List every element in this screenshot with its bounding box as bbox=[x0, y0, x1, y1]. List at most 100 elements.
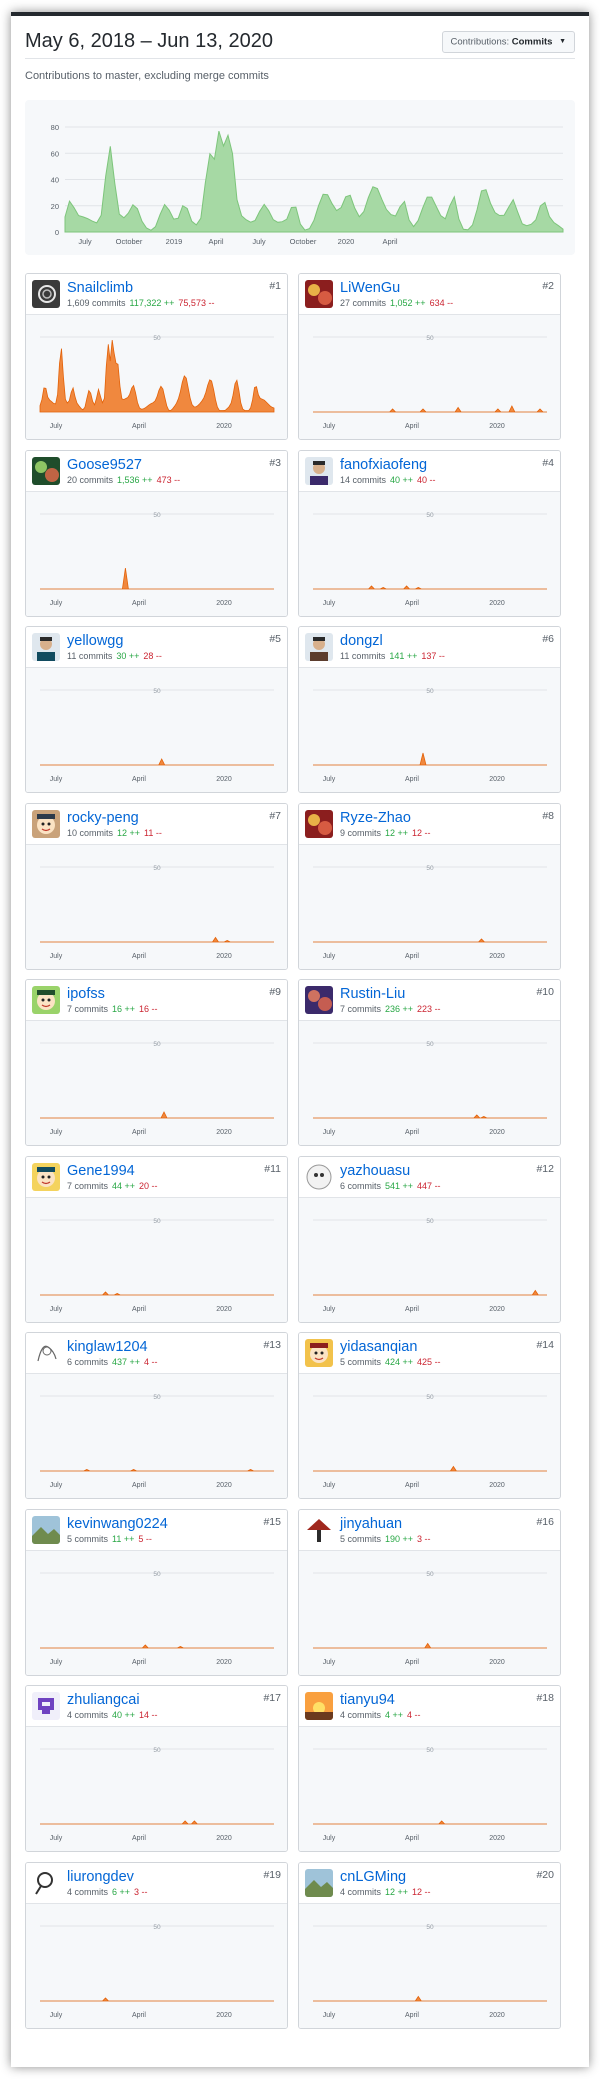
contributor-name-link[interactable]: tianyu94 bbox=[340, 1692, 395, 1708]
chart-x-tick: July bbox=[323, 1306, 336, 1313]
contributor-card: yellowgg 11 commits 30 ++ 28 -- #5 50 July Apri… bbox=[25, 626, 288, 793]
contributor-name-link[interactable]: yellowgg bbox=[67, 633, 123, 649]
avatar[interactable] bbox=[305, 1339, 333, 1367]
deletions-count: 14 -- bbox=[139, 1710, 158, 1720]
contributor-card: rocky-peng 10 commits 12 ++ 11 -- #7 50 July Ap… bbox=[25, 802, 288, 970]
overview-x-tick: July bbox=[78, 237, 92, 246]
chart-x-tick: April bbox=[405, 600, 419, 607]
avatar[interactable] bbox=[305, 986, 333, 1014]
commit-count: 27 commits bbox=[340, 298, 387, 308]
contributions-dropdown-button[interactable]: Contributions: Commits ▼ bbox=[441, 31, 575, 53]
deletions-count: 12 -- bbox=[412, 1886, 431, 1897]
avatar[interactable] bbox=[32, 1162, 60, 1191]
chart-x-tick: 2020 bbox=[489, 1306, 505, 1313]
avatar[interactable] bbox=[305, 1692, 333, 1720]
landscape-avatar-icon bbox=[305, 1868, 333, 1897]
overview-y-tick: 20 bbox=[51, 202, 59, 211]
contributor-chart-svg: 50 July April 2020 bbox=[313, 335, 547, 430]
chart-x-tick: 2020 bbox=[216, 953, 232, 960]
avatar[interactable] bbox=[305, 1162, 333, 1191]
contributor-name-link[interactable]: Snailclimb bbox=[67, 280, 133, 296]
chart-x-tick: April bbox=[405, 1659, 419, 1666]
additions-count: 6 ++ bbox=[112, 1886, 131, 1897]
chart-x-tick: July bbox=[50, 1129, 63, 1136]
contributor-name-link[interactable]: Ryze-Zhao bbox=[340, 810, 411, 826]
chart-x-tick: July bbox=[323, 600, 336, 607]
contributor-name-link[interactable]: Goose9527 bbox=[67, 457, 142, 473]
contributor-card: jinyahuan 5 commits 190 ++ 3 -- #16 50 July Apr… bbox=[298, 1508, 561, 1676]
avatar[interactable] bbox=[305, 1515, 333, 1544]
chart-x-tick: 2020 bbox=[216, 1129, 232, 1136]
contributor-card-header: tianyu94 4 commits 4 ++ 4 -- #18 bbox=[299, 1686, 560, 1727]
contributor-card: ipofss 7 commits 16 ++ 16 -- #9 50 July April 20… bbox=[25, 979, 288, 1146]
avatar[interactable] bbox=[305, 633, 333, 661]
avatar[interactable] bbox=[32, 1515, 60, 1544]
contributor-name-link[interactable]: kevinwang0224 bbox=[67, 1516, 168, 1532]
chart-x-tick: 2020 bbox=[216, 2012, 232, 2019]
contributor-card-header: liurongdev 4 commits 6 ++ 3 -- #19 bbox=[26, 1862, 287, 1904]
contributor-name-link[interactable]: yidasanqian bbox=[340, 1339, 417, 1355]
avatar[interactable] bbox=[305, 1868, 333, 1897]
contributor-name-link[interactable]: liurongdev bbox=[67, 1869, 134, 1885]
contributor-rank: #6 bbox=[542, 633, 554, 645]
snail-avatar-icon bbox=[32, 280, 60, 308]
contributor-name-link[interactable]: dongzl bbox=[340, 633, 383, 649]
chart-x-tick: 2020 bbox=[489, 1129, 505, 1136]
chart-gridline-label: 50 bbox=[153, 688, 161, 695]
chart-x-tick: July bbox=[50, 1835, 63, 1842]
contributor-commit-chart: 50 July April 2020 bbox=[26, 1374, 287, 1498]
contributor-name-link[interactable]: Rustin-Liu bbox=[340, 986, 405, 1002]
commit-count: 7 commits bbox=[67, 1004, 109, 1014]
contributor-name-link[interactable]: yazhouasu bbox=[340, 1163, 410, 1179]
chart-x-tick: April bbox=[132, 1659, 146, 1666]
contributor-chart-svg: 50 July April 2020 bbox=[40, 865, 274, 960]
contributor-stats: 11 commits 30 ++ 28 -- bbox=[67, 651, 162, 661]
contributor-name-link[interactable]: fanofxiaofeng bbox=[340, 457, 427, 473]
subtitle: Contributions to master, excluding merge… bbox=[25, 70, 269, 82]
avatar[interactable] bbox=[32, 456, 60, 485]
chart-x-tick: 2020 bbox=[489, 1482, 505, 1489]
contributor-rank: #17 bbox=[263, 1692, 281, 1704]
contributor-name-link[interactable]: ipofss bbox=[67, 986, 105, 1002]
avatar[interactable] bbox=[32, 633, 60, 661]
avatar[interactable] bbox=[32, 809, 60, 838]
chart-x-tick: 2020 bbox=[489, 776, 505, 783]
chart-gridline-label: 50 bbox=[426, 1218, 434, 1225]
contributor-rank: #20 bbox=[536, 1868, 554, 1881]
contributor-name-link[interactable]: zhuliangcai bbox=[67, 1692, 140, 1708]
avatar[interactable] bbox=[32, 1868, 60, 1897]
avatar[interactable] bbox=[305, 456, 333, 485]
avatar[interactable] bbox=[32, 986, 60, 1014]
contributor-name-link[interactable]: Gene1994 bbox=[67, 1163, 135, 1179]
contributor-card: fanofxiaofeng 14 commits 40 ++ 40 -- #4 50 Jul… bbox=[298, 449, 561, 617]
commit-count: 14 commits bbox=[340, 474, 387, 485]
contributor-commit-chart: 50 July April 2020 bbox=[299, 1374, 560, 1498]
chart-gridline-label: 50 bbox=[426, 865, 434, 872]
contributor-card: Ryze-Zhao 9 commits 12 ++ 12 -- #8 50 July Apri… bbox=[298, 802, 561, 970]
contributor-card: kevinwang0224 5 commits 11 ++ 5 -- #15 50 July… bbox=[25, 1508, 288, 1676]
contributor-name-link[interactable]: rocky-peng bbox=[67, 810, 139, 826]
avatar[interactable] bbox=[32, 1692, 60, 1720]
chart-gridline-label: 50 bbox=[153, 512, 161, 519]
chart-gridline-label: 50 bbox=[426, 1571, 434, 1578]
deletions-count: 634 -- bbox=[429, 298, 454, 308]
contributor-card: dongzl 11 commits 141 ++ 137 -- #6 50 July Apri… bbox=[298, 626, 561, 793]
contributor-card: LiWenGu 27 commits 1,052 ++ 634 -- #2 50 July A… bbox=[298, 273, 561, 440]
contributor-name-link[interactable]: kinglaw1204 bbox=[67, 1339, 148, 1355]
avatar[interactable] bbox=[32, 280, 60, 308]
contributor-name-link[interactable]: cnLGMing bbox=[340, 1869, 406, 1885]
contributor-name-link[interactable]: jinyahuan bbox=[340, 1516, 402, 1532]
overview-x-tick: October bbox=[116, 237, 143, 246]
commit-count: 5 commits bbox=[340, 1357, 382, 1367]
avatar[interactable] bbox=[32, 1339, 60, 1367]
chart-x-tick: 2020 bbox=[216, 423, 232, 430]
contributor-chart-svg: 50 July April 2020 bbox=[313, 865, 547, 960]
chart-x-tick: July bbox=[50, 1659, 63, 1666]
contributor-commit-chart: 50 July April 2020 bbox=[299, 1197, 560, 1322]
chart-x-tick: 2020 bbox=[489, 953, 505, 960]
chart-x-tick: July bbox=[323, 953, 336, 960]
avatar[interactable] bbox=[305, 280, 333, 308]
avatar[interactable] bbox=[305, 809, 333, 838]
contributor-card-header: LiWenGu 27 commits 1,052 ++ 634 -- #2 bbox=[299, 274, 560, 315]
contributor-name-link[interactable]: LiWenGu bbox=[340, 280, 400, 296]
